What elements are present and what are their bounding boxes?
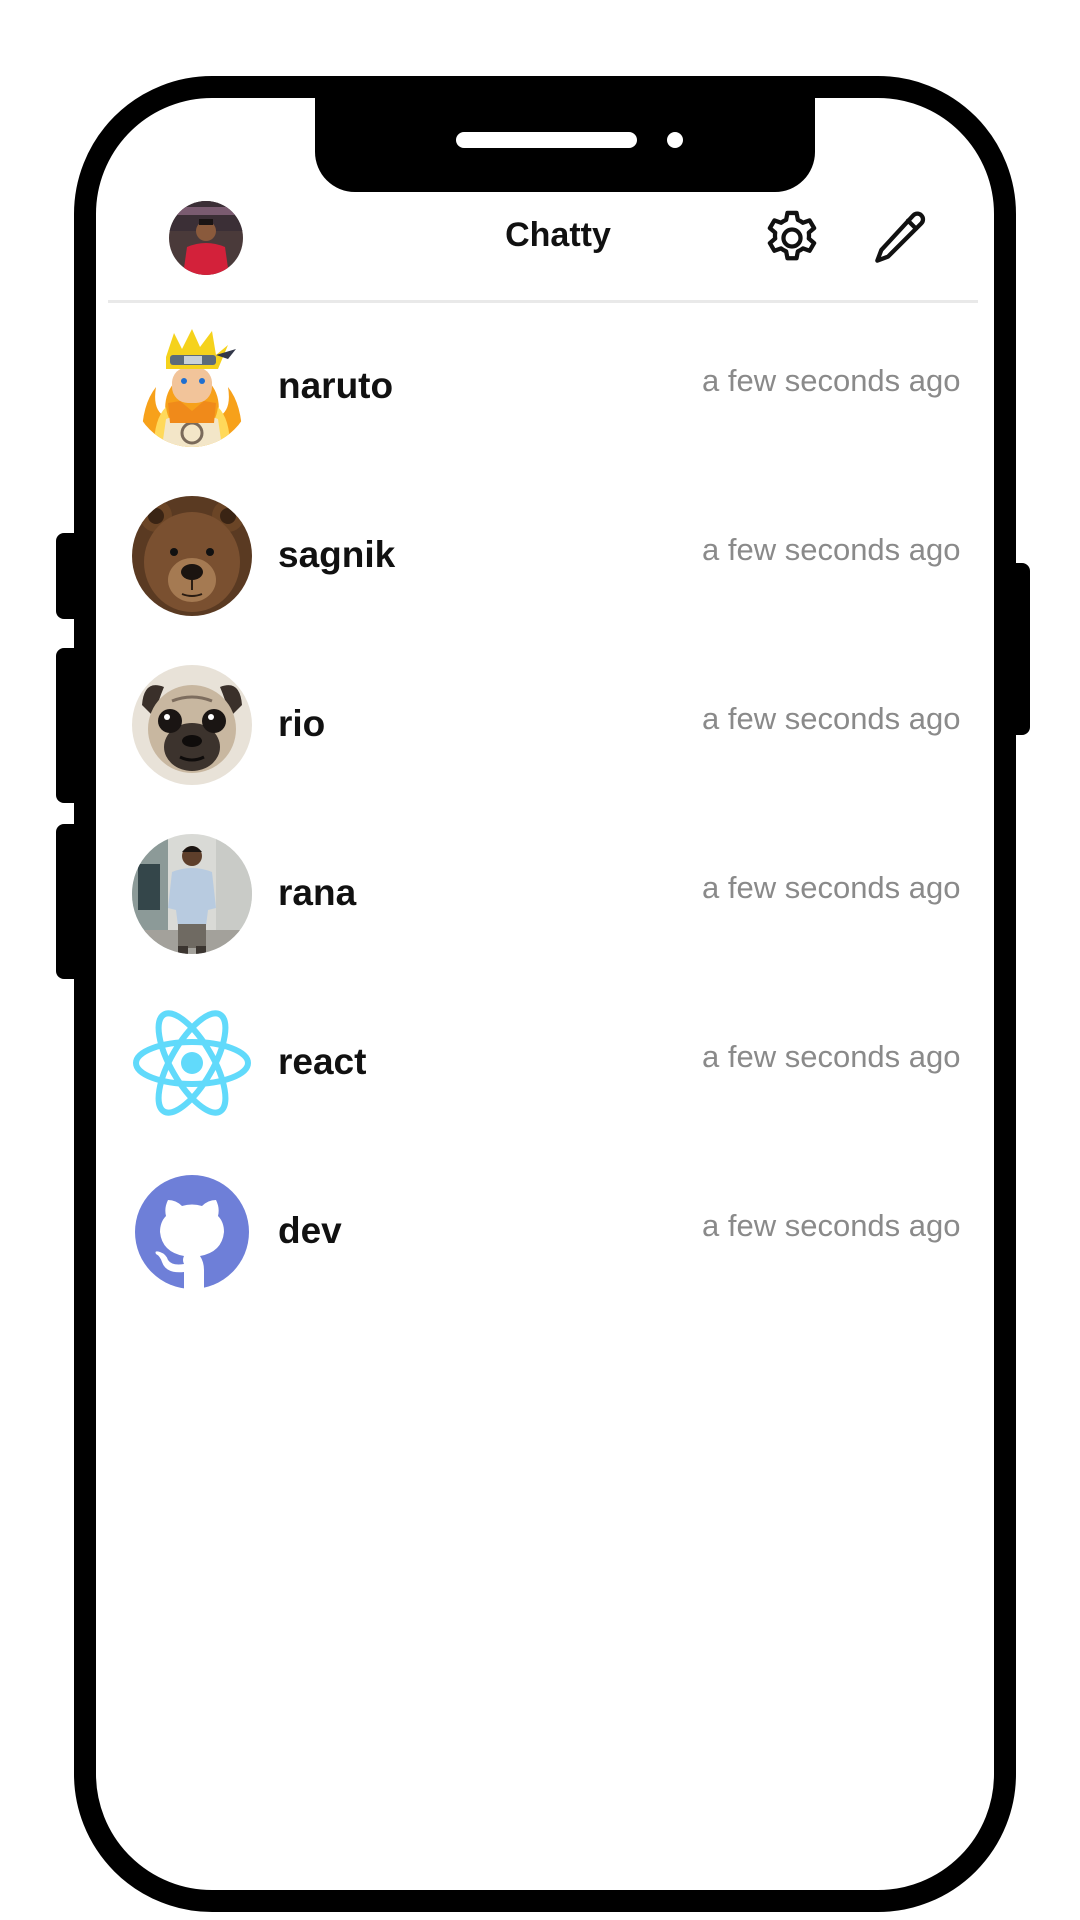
- chat-timestamp: a few seconds ago: [702, 701, 961, 736]
- person-photo-avatar: [132, 834, 252, 954]
- chat-timestamp: a few seconds ago: [702, 1208, 961, 1243]
- github-logo-avatar: [132, 1172, 252, 1292]
- profile-photo: [169, 201, 243, 275]
- chat-name: dev: [278, 1210, 342, 1251]
- chat-name: rana: [278, 872, 357, 913]
- chat-list: naruto a few seconds ago sagnik a few se…: [96, 303, 994, 1403]
- chat-timestamp: a few seconds ago: [702, 532, 961, 567]
- chat-name: naruto: [278, 365, 394, 406]
- chat-timestamp: a few seconds ago: [702, 870, 961, 905]
- app-header: Chatty: [108, 178, 978, 303]
- chat-list-item[interactable]: dev a few seconds ago: [96, 1148, 994, 1317]
- pencil-icon: [875, 211, 926, 263]
- speaker-grille: [456, 132, 637, 148]
- chat-name: sagnik: [278, 534, 396, 575]
- pug-avatar: [132, 665, 252, 785]
- chat-name: rio: [278, 703, 326, 744]
- chat-list-item[interactable]: react a few seconds ago: [96, 979, 994, 1148]
- settings-button[interactable]: [760, 206, 824, 270]
- chat-list-item[interactable]: sagnik a few seconds ago: [96, 472, 994, 641]
- bear-avatar: [132, 496, 252, 616]
- naruto-avatar: [132, 327, 252, 447]
- front-camera: [667, 132, 683, 148]
- profile-avatar[interactable]: [169, 201, 243, 275]
- chat-list-item[interactable]: rio a few seconds ago: [96, 641, 994, 810]
- phone-frame: Chatty naruto a few seconds ago sagnik a…: [74, 76, 1016, 1912]
- chat-name: react: [278, 1041, 367, 1082]
- gear-icon: [767, 210, 817, 261]
- chat-timestamp: a few seconds ago: [702, 1039, 961, 1074]
- chat-list-item[interactable]: naruto a few seconds ago: [96, 303, 994, 472]
- react-logo-avatar: [132, 1003, 252, 1123]
- compose-button[interactable]: [868, 206, 932, 270]
- chat-list-item[interactable]: rana a few seconds ago: [96, 810, 994, 979]
- chat-timestamp: a few seconds ago: [702, 363, 961, 398]
- app-title: Chatty: [505, 216, 611, 254]
